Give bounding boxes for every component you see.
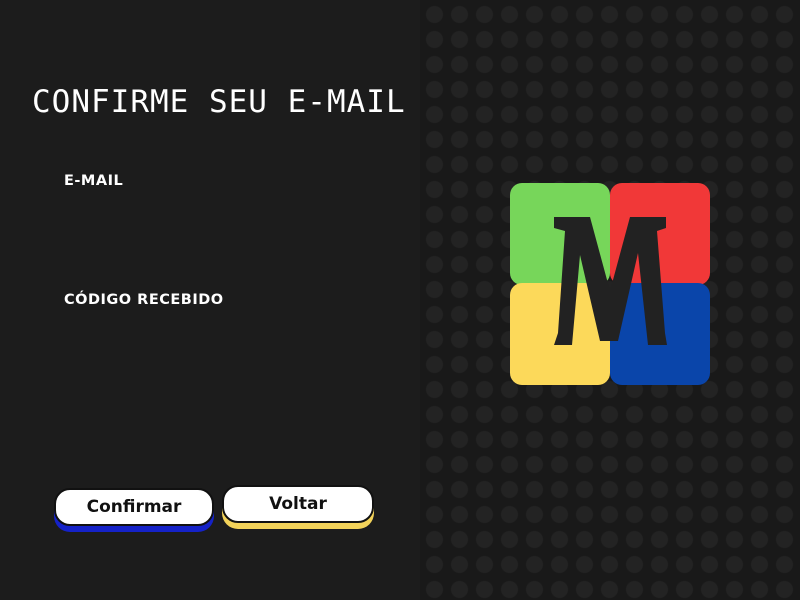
page-title: CONFIRME SEU E-MAIL <box>32 84 406 120</box>
email-field[interactable] <box>64 198 364 226</box>
confirm-email-page: CONFIRME SEU E-MAIL E-MAIL CÓDIGO RECEBI… <box>0 0 800 600</box>
logo-m-icon <box>510 183 710 385</box>
code-label: CÓDIGO RECEBIDO <box>64 292 224 308</box>
confirm-button[interactable]: Confirmar <box>54 488 214 526</box>
back-button[interactable]: Voltar <box>222 485 374 523</box>
email-label: E-MAIL <box>64 173 124 189</box>
code-field[interactable] <box>64 317 364 345</box>
